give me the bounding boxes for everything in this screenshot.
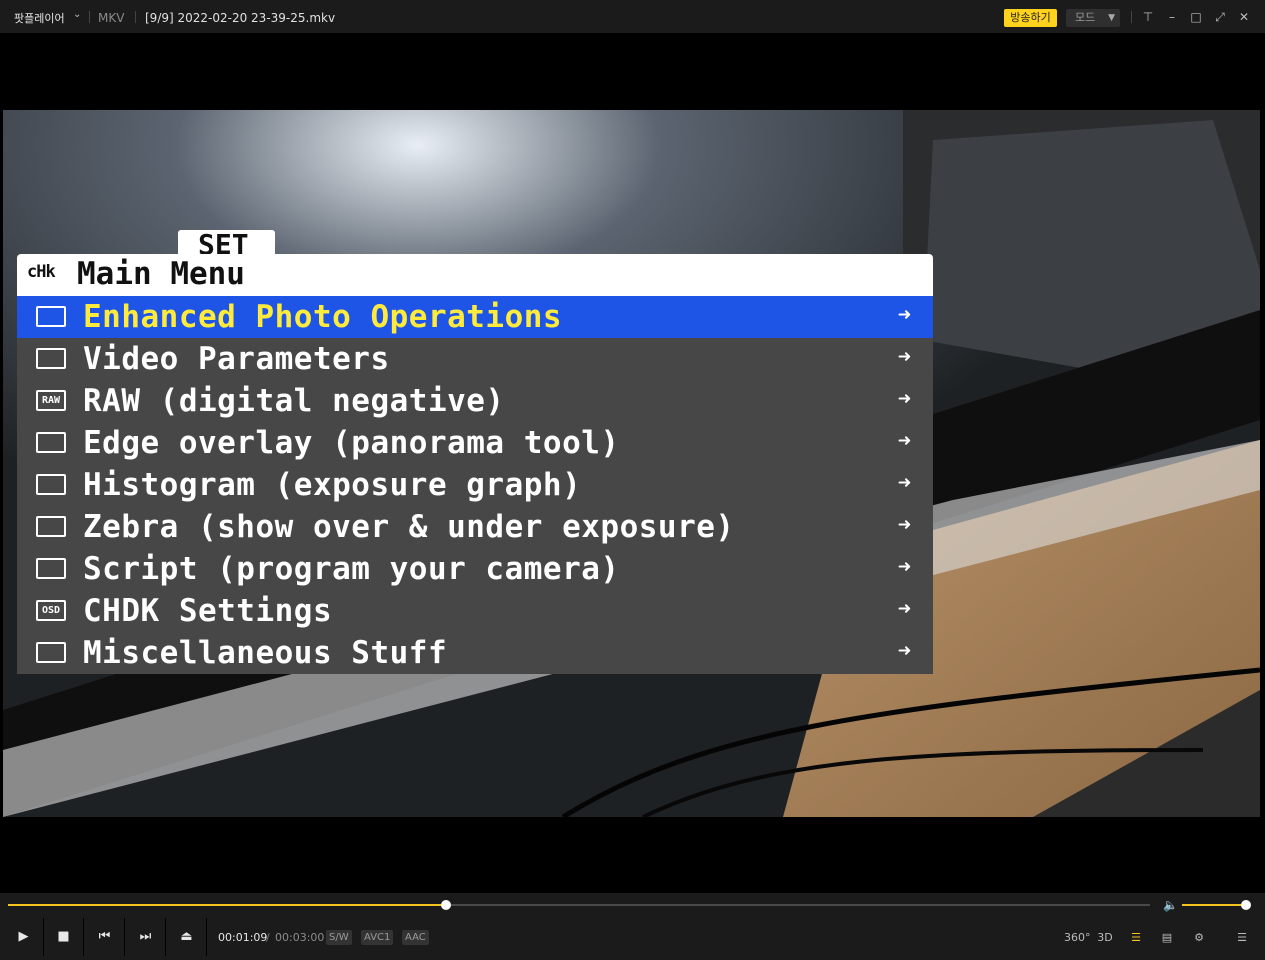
edge-overlay-icon (36, 432, 66, 453)
arrow-right-icon: ➜ (897, 555, 911, 580)
minimize-icon[interactable]: – (1164, 8, 1180, 26)
playlist-search-icon[interactable]: ☰ (1125, 929, 1147, 947)
histogram-icon (36, 474, 66, 495)
broadcast-button[interactable]: 방송하기 (1004, 9, 1057, 27)
next-button[interactable]: ⏭ (126, 918, 166, 956)
chdk-logo-icon: cHk (27, 262, 56, 282)
osd-icon: OSD (36, 600, 66, 621)
menu-item-enhanced-photo-operations[interactable]: Enhanced Photo Operations ➜ (17, 296, 933, 338)
menu-item-label: Zebra (show over & under exposure) (83, 509, 735, 545)
arrow-right-icon: ➜ (897, 303, 911, 328)
time-total[interactable]: 00:03:00 (275, 931, 324, 944)
player-controls: 🔈 ▶ ■ ⏮ ⏭ ⏏ 00:01:09 / 00:03:00 S/W AVC1… (0, 893, 1265, 960)
menu-header: cHk Main Menu (17, 254, 933, 296)
maximize-icon[interactable]: □ (1188, 8, 1204, 26)
caret-down-icon: ▼ (1108, 13, 1115, 23)
divider (89, 11, 90, 23)
video-frame[interactable]: SET cHk Main Menu Enhanced Photo Operati… (3, 110, 1260, 817)
menu-item-script[interactable]: Script (program your camera) ➜ (17, 548, 933, 590)
zebra-icon (36, 516, 66, 537)
arrow-right-icon: ➜ (897, 471, 911, 496)
script-icon (36, 558, 66, 579)
arrow-right-icon: ➜ (897, 597, 911, 622)
menu-item-histogram[interactable]: Histogram (exposure graph) ➜ (17, 464, 933, 506)
volume-level (1182, 904, 1246, 906)
arrow-right-icon: ➜ (897, 387, 911, 412)
menu-item-label: Miscellaneous Stuff (83, 635, 448, 671)
camera-icon (36, 306, 66, 327)
360-icon[interactable]: 360° (1064, 929, 1091, 947)
menu-icon[interactable]: ☰ (1231, 929, 1253, 947)
seek-progress (8, 904, 446, 906)
gear-icon[interactable]: ⚙ (1188, 929, 1210, 947)
volume-icon[interactable]: 🔈 (1163, 898, 1178, 912)
divider (1131, 11, 1132, 23)
seek-handle[interactable] (440, 900, 451, 910)
time-current: 00:01:09 (218, 931, 268, 944)
file-format-label: MKV (98, 11, 125, 25)
menu-item-label: Video Parameters (83, 341, 390, 377)
menu-item-zebra[interactable]: Zebra (show over & under exposure) ➜ (17, 506, 933, 548)
stop-button[interactable]: ■ (44, 918, 84, 956)
time-separator: / (266, 931, 270, 944)
mode-label: 모드 (1075, 11, 1096, 24)
menu-item-label: CHDK Settings (83, 593, 333, 629)
seek-bar[interactable] (8, 900, 1150, 910)
title-bar: 팟플레이어 ⌄ MKV [9/9] 2022-02-20 23-39-25.mk… (0, 0, 1265, 34)
arrow-right-icon: ➜ (897, 345, 911, 370)
chapter-icon[interactable]: ▤ (1156, 929, 1178, 947)
menu-item-label: Script (program your camera) (83, 551, 620, 587)
menu-item-raw[interactable]: RAW RAW (digital negative) ➜ (17, 380, 933, 422)
close-icon[interactable]: ✕ (1236, 8, 1252, 26)
fullscreen-icon[interactable]: ⤢ (1212, 8, 1228, 26)
menu-item-miscellaneous[interactable]: Miscellaneous Stuff ➜ (17, 632, 933, 674)
menu-item-video-parameters[interactable]: Video Parameters ➜ (17, 338, 933, 380)
menu-item-label: RAW (digital negative) (83, 383, 505, 419)
menu-title: Main Menu (77, 256, 245, 292)
menu-item-label: Histogram (exposure graph) (83, 467, 582, 503)
arrow-right-icon: ➜ (897, 513, 911, 538)
chevron-down-icon[interactable]: ⌄ (73, 9, 81, 20)
video-camera-icon (36, 348, 66, 369)
badge-audio-codec[interactable]: AAC (402, 930, 429, 945)
menu-item-edge-overlay[interactable]: Edge overlay (panorama tool) ➜ (17, 422, 933, 464)
chdk-main-menu: cHk Main Menu Enhanced Photo Operations … (17, 254, 933, 674)
volume-slider[interactable] (1182, 900, 1251, 910)
mode-dropdown[interactable]: 모드 ▼ (1066, 9, 1120, 27)
raw-icon: RAW (36, 390, 66, 411)
badge-decoder[interactable]: S/W (326, 930, 352, 945)
volume-handle[interactable] (1241, 900, 1251, 910)
eject-button[interactable]: ⏏ (167, 918, 207, 956)
app-name-menu[interactable]: 팟플레이어 (14, 10, 65, 26)
menu-item-label: Enhanced Photo Operations (83, 299, 563, 335)
badge-video-codec[interactable]: AVC1 (361, 930, 394, 945)
previous-button[interactable]: ⏮ (85, 918, 125, 956)
pin-icon[interactable]: ⊤ (1140, 8, 1156, 26)
arrow-right-icon: ➜ (897, 429, 911, 454)
file-name: [9/9] 2022-02-20 23-39-25.mkv (145, 11, 336, 25)
misc-icon (36, 642, 66, 663)
menu-item-label: Edge overlay (panorama tool) (83, 425, 620, 461)
menu-item-chdk-settings[interactable]: OSD CHDK Settings ➜ (17, 590, 933, 632)
arrow-right-icon: ➜ (897, 639, 911, 664)
play-button[interactable]: ▶ (4, 918, 44, 956)
divider (135, 11, 136, 23)
3d-icon[interactable]: 3D (1094, 929, 1116, 947)
